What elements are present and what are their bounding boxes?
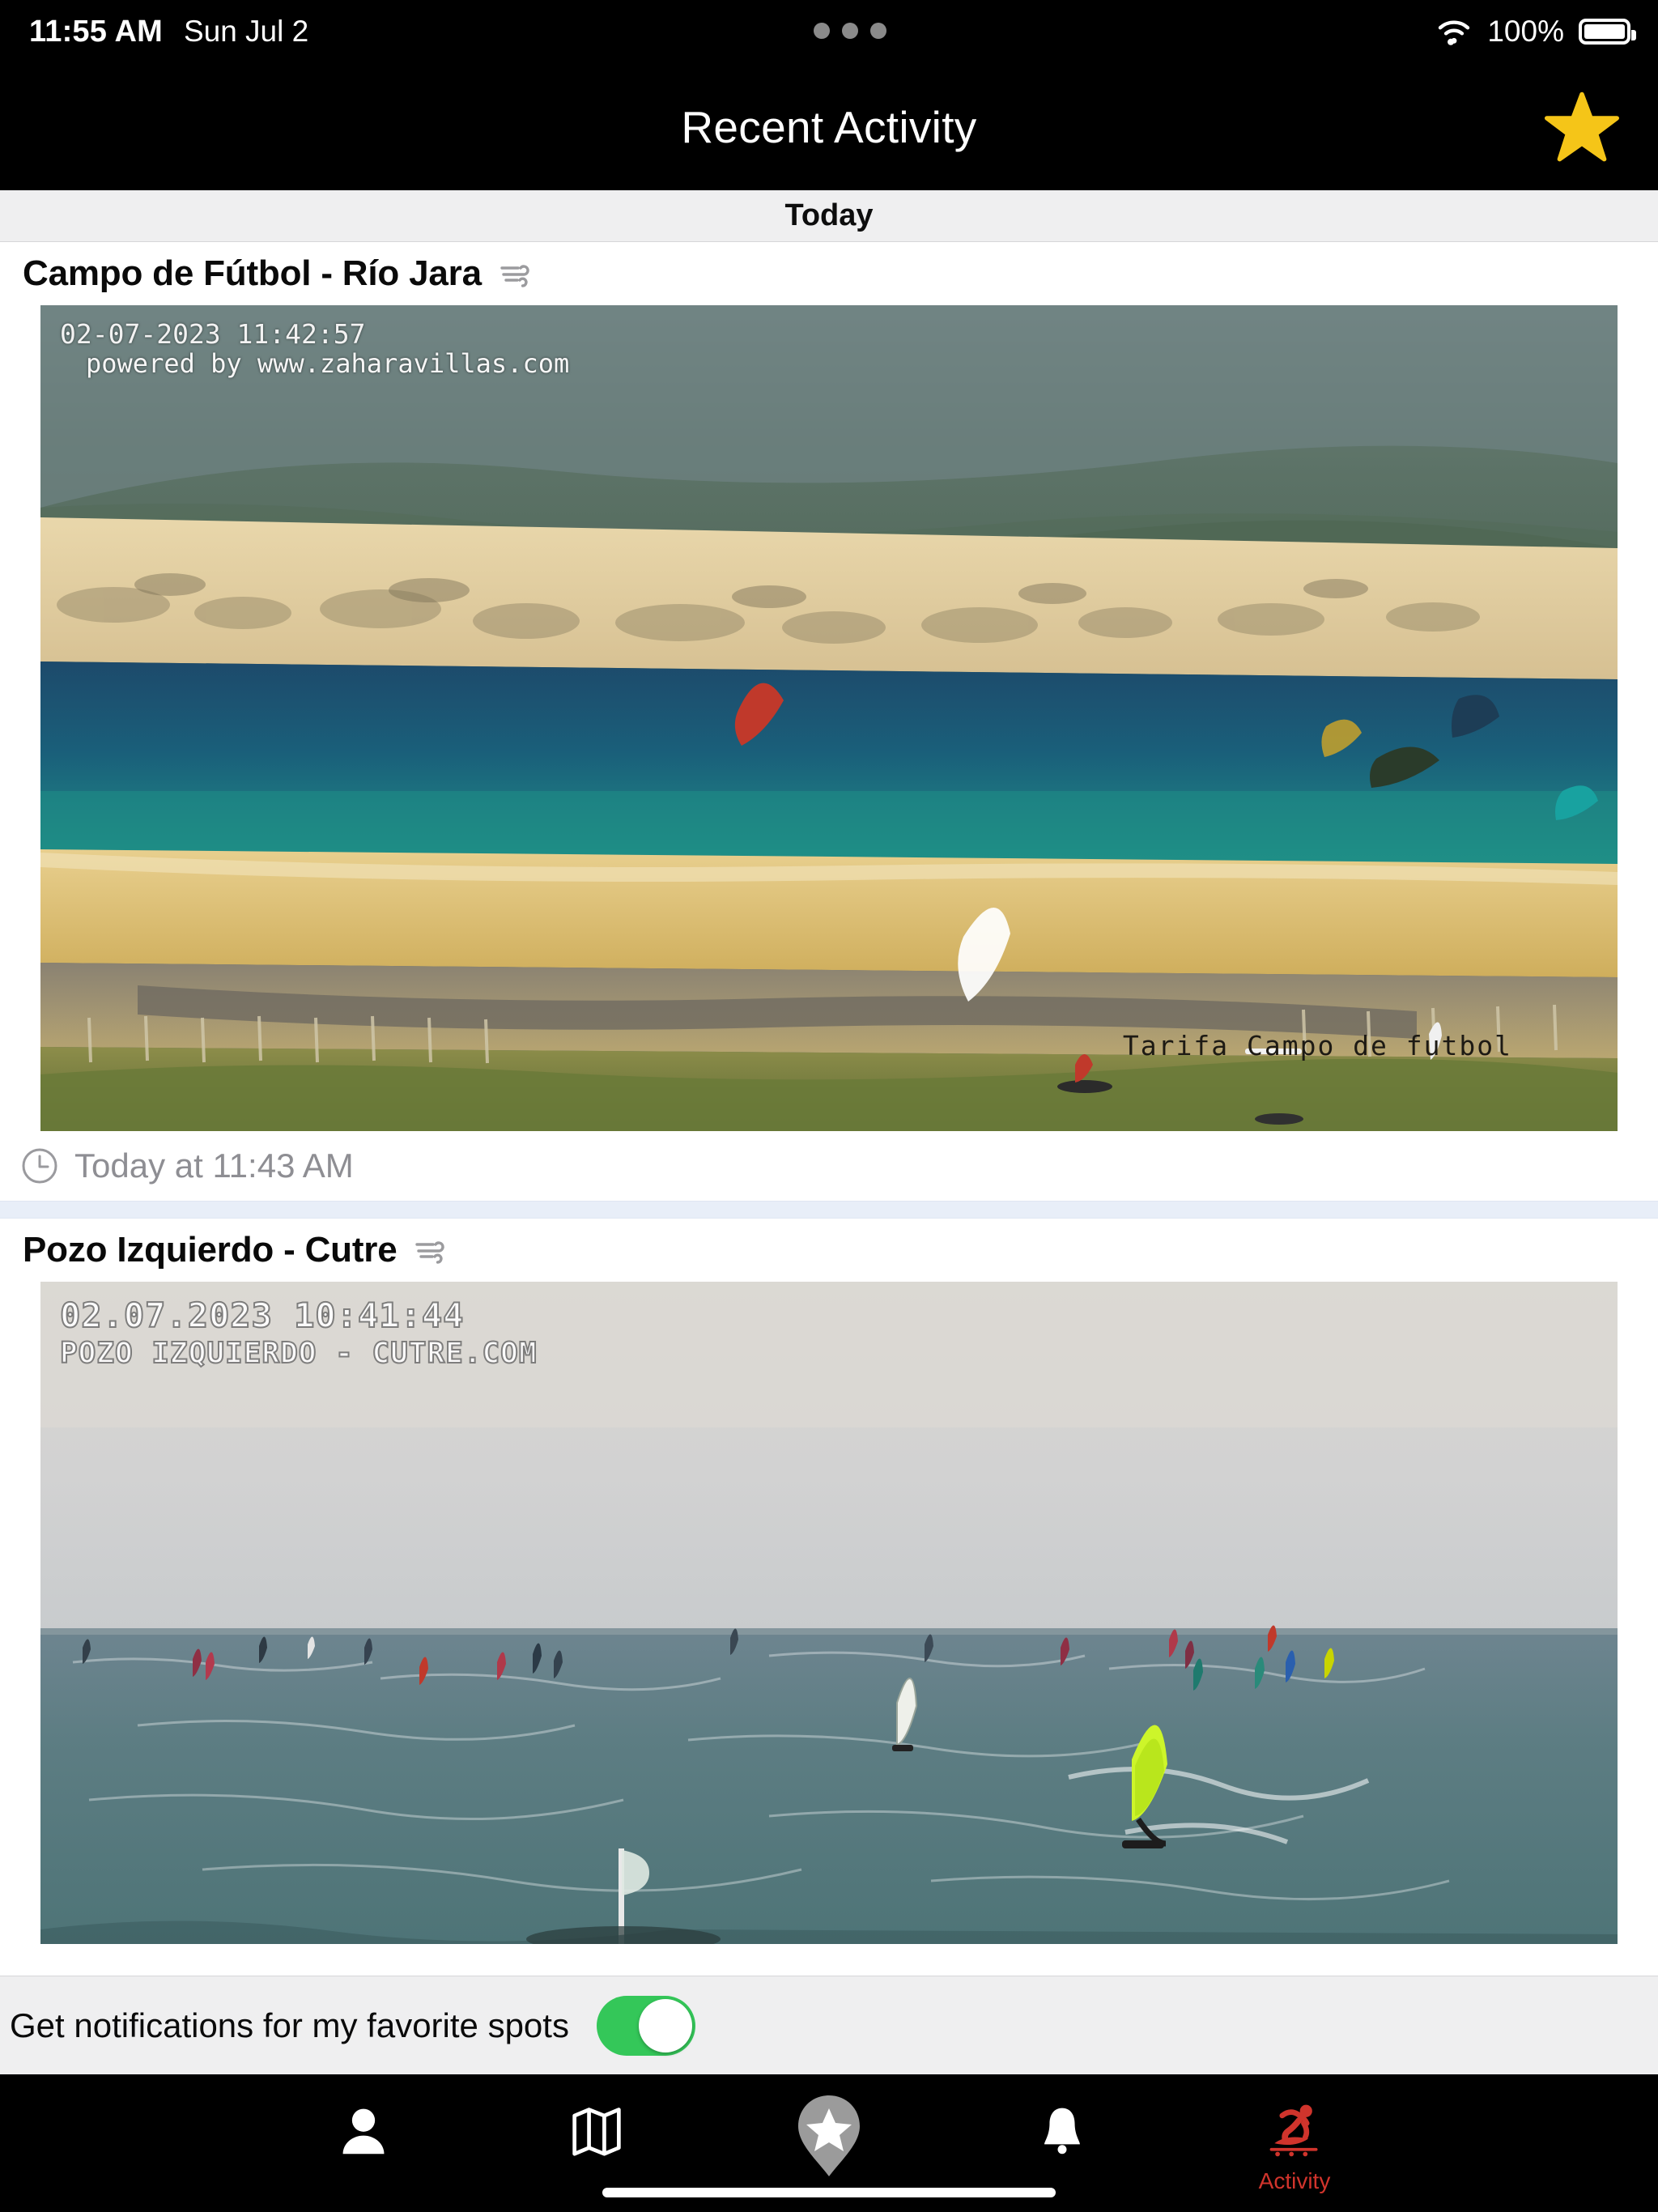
tab-alerts[interactable] — [993, 2095, 1131, 2193]
status-bar-right: 100% — [1435, 0, 1636, 63]
navigation-bar: Recent Activity — [0, 63, 1658, 190]
webcam-timestamp-overlay: 02-07-2023 11:42:57 powered by www.zahar… — [60, 318, 570, 379]
webcam-stamp-credit: powered by www.zaharavillas.com — [86, 347, 570, 379]
section-header-label: Today — [784, 198, 874, 232]
tab-favorites[interactable] — [760, 2095, 898, 2193]
activity-timestamp: Today at 11:43 AM — [74, 1146, 354, 1185]
webcam-snapshot[interactable]: 02.07.2023 10:41:44 POZO IZQUIERDO - CUT… — [40, 1282, 1618, 1944]
star-icon[interactable] — [1545, 90, 1619, 164]
notifications-label: Get notifications for my favorite spots — [10, 2006, 569, 2044]
tab-map[interactable] — [528, 2095, 665, 2193]
wifi-icon — [1435, 18, 1473, 45]
activity-timestamp-row: Today at 11:43 AM — [0, 1131, 1658, 1201]
activity-list[interactable]: Campo de Fútbol - Río Jara 02-07-2023 11… — [0, 242, 1658, 1976]
activity-card[interactable]: Campo de Fútbol - Río Jara 02-07-2023 11… — [0, 242, 1658, 1201]
tab-bar: Activity — [0, 2074, 1658, 2212]
section-header-today: Today — [0, 190, 1658, 242]
webcam-snapshot[interactable]: 02-07-2023 11:42:57 powered by www.zahar… — [40, 305, 1618, 1131]
status-bar: 11:55 AM Sun Jul 2 100% — [0, 0, 1658, 63]
activity-card-header[interactable]: Pozo Izquierdo - Cutre — [0, 1219, 1658, 1282]
map-icon — [570, 2095, 623, 2165]
webcam-stamp-date: 02-07-2023 11:42:57 — [60, 318, 366, 350]
list-separator — [0, 1201, 1658, 1219]
person-icon — [337, 2095, 390, 2165]
clock-icon — [21, 1147, 58, 1185]
battery-full-icon — [1579, 19, 1636, 45]
status-bar-date: Sun Jul 2 — [183, 15, 309, 48]
tab-activity-label: Activity — [1258, 2168, 1331, 2193]
webcam-stamp-credit: POZO IZQUIERDO - CUTRE.COM — [59, 1336, 538, 1371]
three-dots-icon — [814, 23, 886, 39]
webcam-image-tarifa — [40, 305, 1618, 1131]
notifications-toggle[interactable] — [596, 1995, 695, 2056]
activity-card[interactable]: Pozo Izquierdo - Cutre 02.07.2023 10:41:… — [0, 1219, 1658, 1944]
page-title: Recent Activity — [681, 101, 977, 152]
tab-activity[interactable]: Activity — [1226, 2095, 1363, 2193]
bell-icon — [1036, 2095, 1088, 2165]
webcam-timestamp-overlay: 02.07.2023 10:41:44 POZO IZQUIERDO - CUT… — [59, 1295, 538, 1371]
battery-percent-label: 100% — [1487, 15, 1564, 48]
wind-icon — [500, 257, 534, 291]
spot-title[interactable]: Pozo Izquierdo - Cutre — [23, 1230, 397, 1270]
webcam-watermark: Tarifa Campo de futbol — [1122, 1030, 1512, 1061]
tab-profile[interactable] — [295, 2095, 432, 2193]
surfer-icon — [1264, 2095, 1325, 2165]
webcam-stamp-date: 02.07.2023 10:41:44 — [59, 1295, 465, 1335]
activity-card-header[interactable]: Campo de Fútbol - Río Jara — [0, 242, 1658, 305]
wind-icon — [414, 1233, 449, 1267]
webcam-image-pozo — [40, 1282, 1618, 1944]
status-bar-time: 11:55 AM — [29, 14, 163, 49]
status-bar-left: 11:55 AM Sun Jul 2 — [29, 0, 308, 63]
spot-title[interactable]: Campo de Fútbol - Río Jara — [23, 253, 482, 294]
app-screen: 11:55 AM Sun Jul 2 100% Recent Activity — [0, 0, 1658, 2212]
home-indicator[interactable] — [602, 2188, 1056, 2197]
notifications-row[interactable]: Get notifications for my favorite spots — [0, 1976, 1658, 2074]
star-pin-icon — [796, 2095, 862, 2176]
